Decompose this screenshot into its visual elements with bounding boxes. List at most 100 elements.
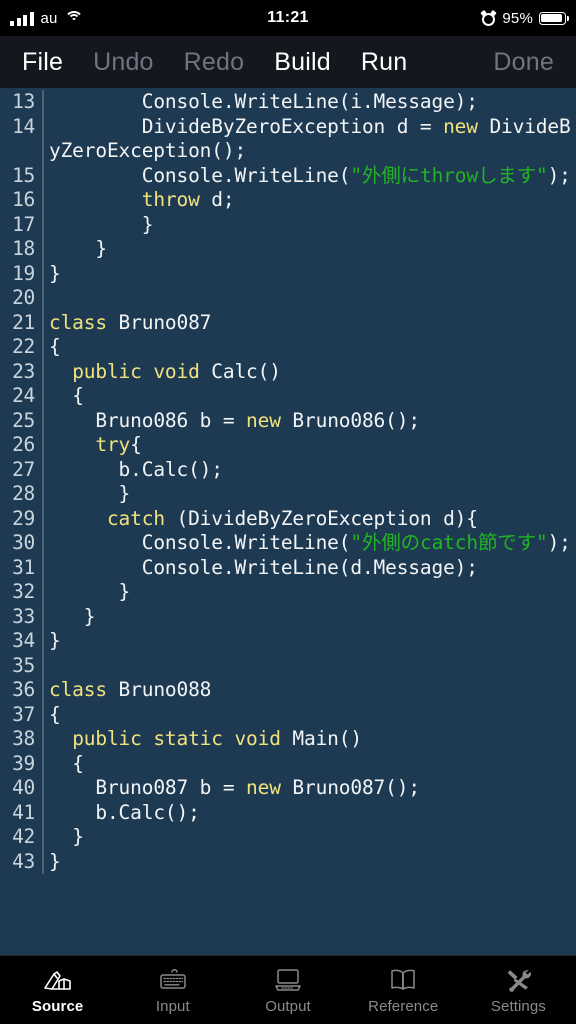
code-line[interactable]: 18 } (0, 237, 576, 262)
line-number: 26 (12, 433, 35, 456)
code-token-pln (49, 360, 72, 383)
code-line-text[interactable]: class Bruno087 (44, 311, 576, 336)
code-token-pln: d; (199, 188, 235, 211)
code-line-text[interactable]: public void Calc() (44, 360, 576, 385)
tab-reference[interactable]: Reference (346, 956, 461, 1024)
code-line-text[interactable]: Console.WriteLine("外側にthrowします"); (44, 164, 576, 189)
tab-source[interactable]: Source (0, 956, 115, 1024)
toolbar-button-build[interactable]: Build (274, 48, 331, 77)
line-number: 21 (12, 310, 35, 334)
line-number: 33 (12, 604, 35, 628)
code-line-text[interactable]: throw d; (44, 188, 576, 213)
code-line[interactable]: 20 (0, 286, 576, 311)
code-token-pln: } (49, 849, 61, 873)
code-line-text[interactable]: } (44, 850, 576, 875)
code-token-pln: { (49, 751, 84, 775)
code-line-text[interactable]: { (44, 384, 576, 409)
code-token-pln: DivideByZeroException d = (49, 114, 444, 138)
code-line-text[interactable]: { (44, 752, 576, 777)
code-token-pln: { (130, 433, 142, 456)
code-line-list[interactable]: 13 Console.WriteLine(i.Message); 14 Divid… (0, 88, 576, 874)
line-number: 16 (12, 188, 35, 211)
code-line-text[interactable]: b.Calc(); (44, 458, 576, 483)
code-token-pln: Bruno086(); (280, 408, 420, 432)
code-line-text[interactable]: } (44, 237, 576, 262)
tab-settings[interactable]: Settings (461, 956, 576, 1024)
code-line-text[interactable]: } (44, 482, 576, 507)
code-line[interactable]: 34} (0, 629, 576, 654)
code-line[interactable]: 25 Bruno086 b = new Bruno086(); (0, 408, 576, 434)
code-line[interactable]: 40 Bruno087 b = new Bruno087(); (0, 776, 576, 801)
code-line-text[interactable]: { (44, 703, 576, 728)
code-line-text[interactable]: } (44, 213, 576, 238)
line-number: 35 (12, 653, 35, 677)
code-line[interactable]: 28 } (0, 482, 576, 507)
code-line-text[interactable]: try{ (44, 433, 576, 458)
code-line-text[interactable]: } (44, 580, 576, 605)
code-line-text[interactable]: class Bruno088 (44, 678, 576, 703)
code-line[interactable]: 32 } (0, 580, 576, 605)
toolbar-button-run[interactable]: Run (361, 48, 407, 77)
toolbar-button-done[interactable]: Done (493, 48, 554, 77)
code-line-text[interactable]: catch (DivideByZeroException d){ (44, 507, 576, 532)
code-line-text[interactable]: Console.WriteLine("外側のcatch節です"); (44, 531, 576, 556)
code-line-text[interactable]: } (44, 629, 576, 654)
code-token-pln: Console.WriteLine(d.Message); (49, 555, 478, 579)
code-line-text[interactable]: Console.WriteLine(d.Message); (44, 556, 576, 581)
code-line[interactable]: 16 throw d; (0, 188, 576, 213)
code-line[interactable]: 19} (0, 261, 576, 287)
code-line[interactable]: 24 { (0, 384, 576, 409)
code-line[interactable]: 22 { (0, 335, 576, 360)
toolbar-button-file[interactable]: File (22, 48, 63, 77)
line-number: 30 (12, 531, 35, 554)
line-number: 24 (12, 384, 35, 407)
code-line[interactable]: 43} (0, 849, 576, 875)
toolbar-button-redo[interactable]: Redo (184, 48, 245, 77)
tab-input[interactable]: Input (115, 956, 230, 1024)
status-bar-left: au (10, 10, 84, 26)
code-line-text[interactable]: Bruno086 b = new Bruno086(); (44, 409, 576, 434)
source-code-editor[interactable]: 13 Console.WriteLine(i.Message); 14 Divid… (0, 88, 576, 955)
code-line[interactable]: 13 Console.WriteLine(i.Message); (0, 90, 576, 115)
code-token-pln: } (49, 482, 131, 505)
code-token-kw: public void (72, 359, 200, 383)
code-token-pln: Calc() (199, 359, 281, 383)
code-line[interactable]: 41 b.Calc(); (0, 800, 576, 826)
code-line[interactable]: 38 public static void Main() (0, 727, 576, 752)
code-line[interactable]: 26 try{ (0, 433, 576, 458)
code-line-text[interactable]: } (44, 605, 576, 630)
code-line-text[interactable]: Console.WriteLine(i.Message); (44, 90, 576, 115)
code-line-text[interactable]: DivideByZeroException d = new DivideByZe… (44, 115, 576, 164)
code-line[interactable]: 30 Console.WriteLine("外側のcatch節です"); (0, 531, 576, 556)
code-line[interactable]: 39 { (0, 751, 576, 777)
code-line-text[interactable]: Bruno087 b = new Bruno087(); (44, 776, 576, 801)
code-line-text[interactable]: b.Calc(); (44, 801, 576, 826)
code-line-text[interactable]: } (44, 825, 576, 850)
code-line-text[interactable] (44, 286, 576, 311)
code-line[interactable]: 23 public void Calc() (0, 359, 576, 385)
code-line[interactable]: 27 b.Calc(); (0, 457, 576, 483)
line-number: 29 (12, 506, 35, 530)
code-line[interactable]: 29 catch (DivideByZeroException d){ (0, 506, 576, 532)
code-line[interactable]: 33 } (0, 604, 576, 630)
code-line[interactable]: 14 DivideByZeroException d = new DivideB… (0, 114, 576, 164)
toolbar-button-undo[interactable]: Undo (93, 48, 154, 77)
code-line-text[interactable]: { (44, 335, 576, 360)
line-number: 31 (12, 555, 35, 579)
code-line[interactable]: 17 } (0, 212, 576, 238)
code-line[interactable]: 36 class Bruno088 (0, 678, 576, 703)
code-line[interactable]: 42 } (0, 825, 576, 850)
app-root: au 11:21 95% File Undo Redo Build Run Do… (0, 0, 576, 1024)
code-line[interactable]: 15 Console.WriteLine("外側にthrowします"); (0, 163, 576, 189)
code-line[interactable]: 35 (0, 653, 576, 679)
code-line[interactable]: 31 Console.WriteLine(d.Message); (0, 555, 576, 581)
code-line-text[interactable]: public static void Main() (44, 727, 576, 752)
code-line-text[interactable]: } (44, 262, 576, 287)
code-token-pln: { (49, 702, 61, 726)
code-line[interactable]: 21 class Bruno087 (0, 310, 576, 336)
code-line-text[interactable] (44, 654, 576, 679)
code-token-pln: } (49, 237, 107, 260)
line-number: 23 (12, 359, 35, 383)
code-line[interactable]: 37 { (0, 702, 576, 728)
tab-output[interactable]: Output (230, 956, 345, 1024)
